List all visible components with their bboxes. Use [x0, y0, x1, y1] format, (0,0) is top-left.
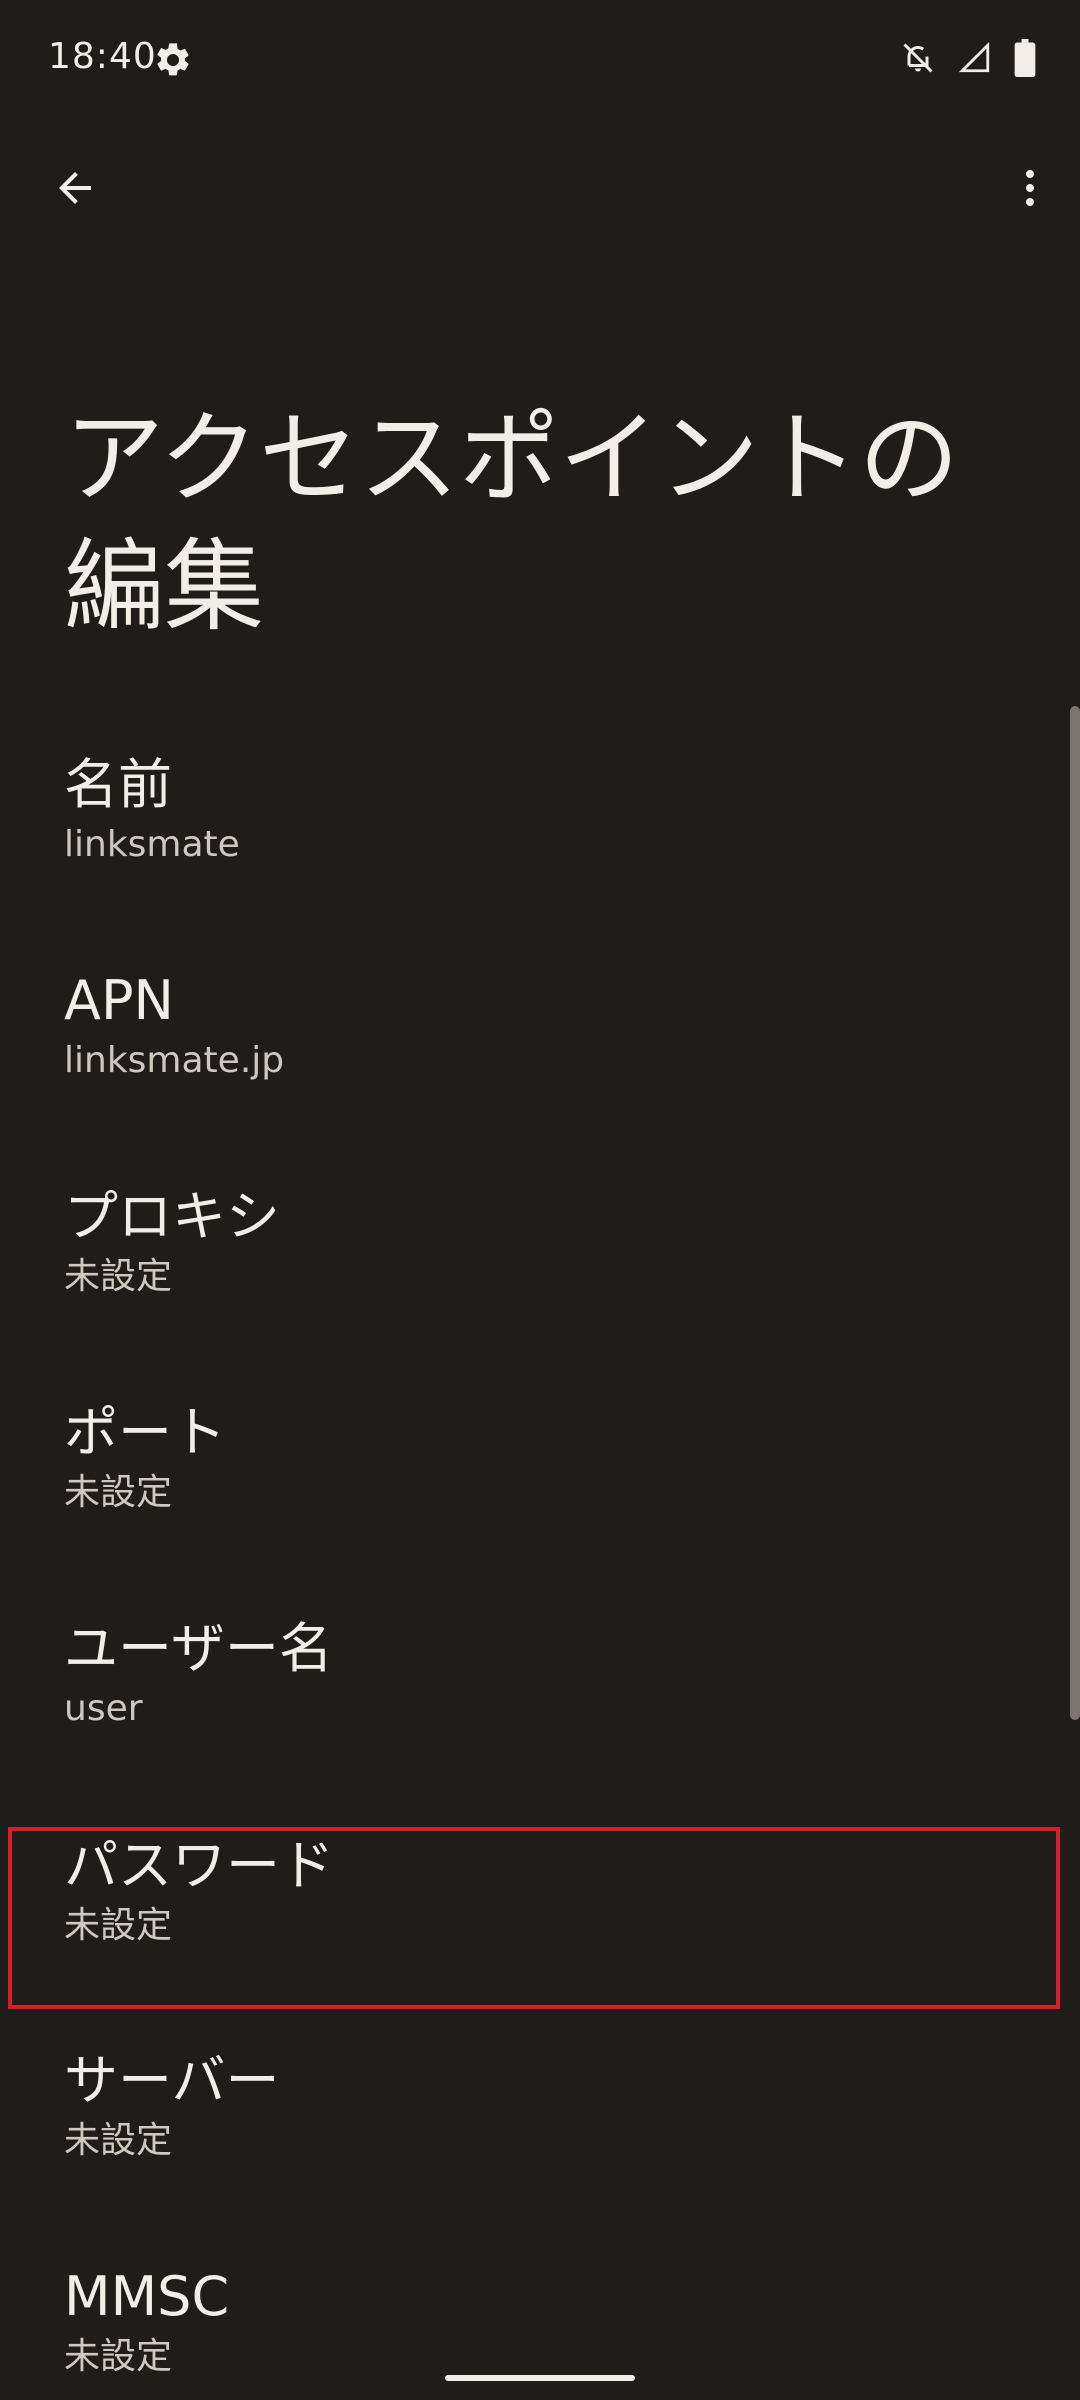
more-vert-icon — [1006, 164, 1054, 216]
status-time: 18:40 — [48, 36, 157, 77]
pref-server[interactable]: サーバー 未設定 — [0, 2026, 1080, 2242]
pref-title: サーバー — [64, 2049, 280, 2112]
gesture-nav-handle[interactable] — [445, 2375, 635, 2381]
back-button[interactable] — [40, 150, 110, 230]
pref-summary: linksmate — [64, 824, 240, 865]
page-title: アクセスポイントの編集 — [64, 400, 959, 645]
pref-password[interactable]: パスワード 未設定 — [8, 1827, 1060, 2009]
pref-title: ポート — [64, 1401, 226, 1464]
pref-username[interactable]: ユーザー名 user — [0, 1594, 1080, 1810]
more-options-button[interactable] — [1000, 150, 1060, 230]
pref-proxy[interactable]: プロキシ 未設定 — [0, 1162, 1080, 1378]
pref-apn[interactable]: APN linksmate.jp — [0, 946, 1080, 1162]
pref-title: MMSC — [64, 2265, 230, 2328]
pref-title: 名前 — [64, 753, 172, 816]
pref-title: プロキシ — [64, 1185, 280, 1248]
gear-icon — [153, 40, 193, 80]
pref-title: ユーザー名 — [64, 1617, 333, 1680]
pref-summary: 未設定 — [64, 2120, 173, 2161]
arrow-back-icon — [51, 164, 99, 216]
screen: 18:40 アクセスポイントの編集 名前 linksmate APN links… — [0, 0, 1080, 2400]
status-icons — [900, 39, 1036, 81]
pref-summary: linksmate.jp — [64, 1040, 285, 1081]
app-bar — [0, 150, 1080, 230]
pref-name[interactable]: 名前 linksmate — [0, 730, 1080, 946]
signal-icon — [958, 41, 992, 79]
preference-list: 名前 linksmate APN linksmate.jp プロキシ 未設定 ポ… — [0, 730, 1080, 2400]
pref-summary: 未設定 — [64, 1256, 173, 1297]
pref-summary: user — [64, 1688, 143, 1729]
notifications-off-icon — [900, 40, 936, 80]
pref-summary: 未設定 — [64, 1905, 173, 1946]
status-bar: 18:40 — [0, 0, 1080, 118]
pref-summary: 未設定 — [64, 1472, 173, 1513]
pref-port[interactable]: ポート 未設定 — [0, 1378, 1080, 1594]
pref-title: APN — [64, 969, 174, 1032]
battery-icon — [1014, 39, 1036, 81]
pref-title: パスワード — [64, 1834, 334, 1897]
